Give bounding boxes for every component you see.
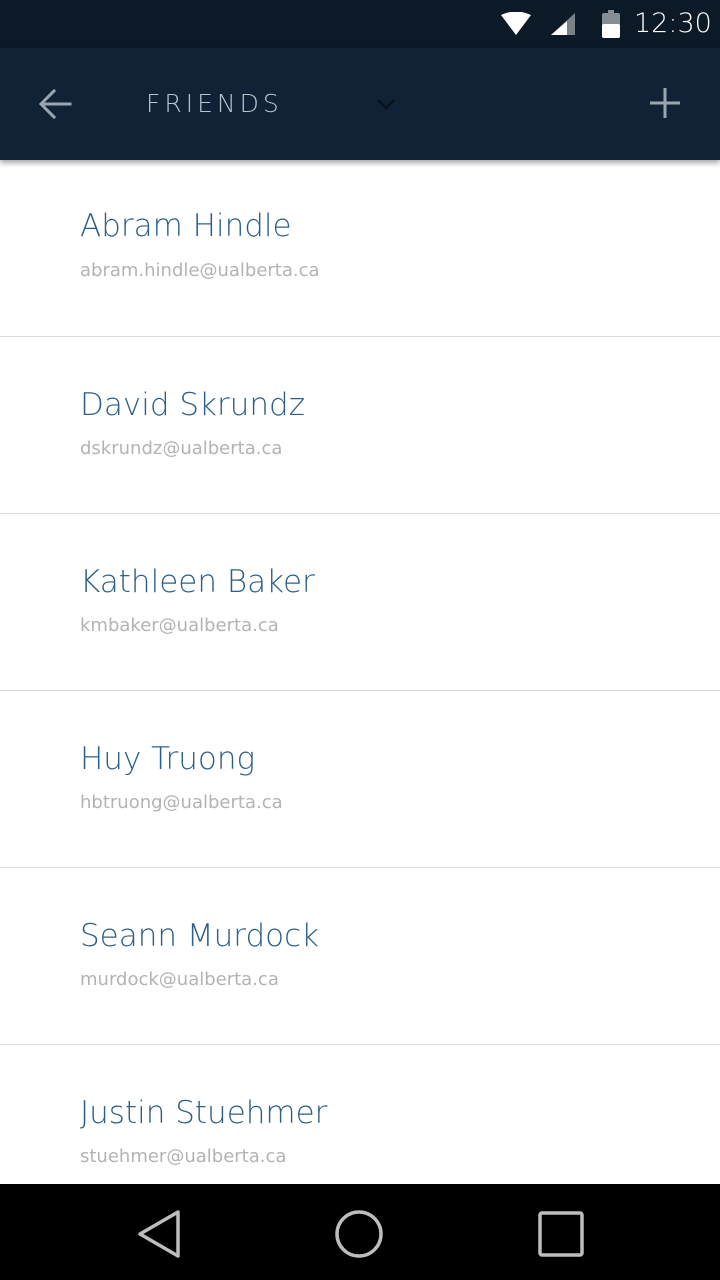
friend-email: hbtruong@ualberta.ca	[80, 792, 283, 813]
app-bar: FRIENDS	[0, 48, 720, 160]
friend-row[interactable]: Seann Murdock murdock@ualberta.ca	[0, 868, 720, 1045]
friend-row[interactable]: Huy Truong hbtruong@ualberta.ca	[0, 691, 720, 868]
nav-back-icon[interactable]	[134, 1206, 190, 1262]
friend-name: Justin Stuehmer	[80, 1095, 328, 1131]
status-bar: 12:30	[0, 0, 720, 48]
friend-email: murdock@ualberta.ca	[80, 969, 279, 990]
friend-name: Seann Murdock	[80, 918, 320, 954]
friend-name: Abram Hindle	[80, 208, 292, 244]
friends-list: Abram Hindle abram.hindle@ualberta.ca Da…	[0, 160, 720, 1184]
cell-signal-icon	[551, 13, 575, 35]
friend-name: Huy Truong	[80, 741, 256, 777]
friend-row[interactable]: David Skrundz dskrundz@ualberta.ca	[0, 337, 720, 514]
friend-email: dskrundz@ualberta.ca	[80, 438, 283, 459]
arrow-back-icon[interactable]	[32, 82, 80, 126]
friend-email: abram.hindle@ualberta.ca	[80, 260, 320, 281]
wifi-icon	[501, 12, 531, 35]
status-time: 12:30	[634, 8, 712, 39]
page-title: FRIENDS	[146, 89, 283, 118]
friend-name: David Skrundz	[80, 387, 305, 423]
friend-name: Kathleen Baker	[80, 564, 315, 600]
chevron-down-icon	[376, 98, 396, 111]
nav-home-icon[interactable]	[331, 1206, 387, 1262]
friend-row[interactable]: Abram Hindle abram.hindle@ualberta.ca	[0, 160, 720, 337]
friend-email: kmbaker@ualberta.ca	[80, 615, 279, 636]
nav-recents-icon[interactable]	[533, 1206, 589, 1262]
friends-dropdown[interactable]: FRIENDS	[146, 78, 416, 130]
system-nav-bar	[0, 1184, 720, 1280]
plus-icon[interactable]	[644, 82, 686, 124]
friend-row[interactable]: Justin Stuehmer stuehmer@ualberta.ca	[0, 1045, 720, 1184]
battery-icon	[602, 10, 620, 38]
friend-row[interactable]: Kathleen Baker kmbaker@ualberta.ca	[0, 514, 720, 691]
friend-email: stuehmer@ualberta.ca	[80, 1146, 287, 1167]
